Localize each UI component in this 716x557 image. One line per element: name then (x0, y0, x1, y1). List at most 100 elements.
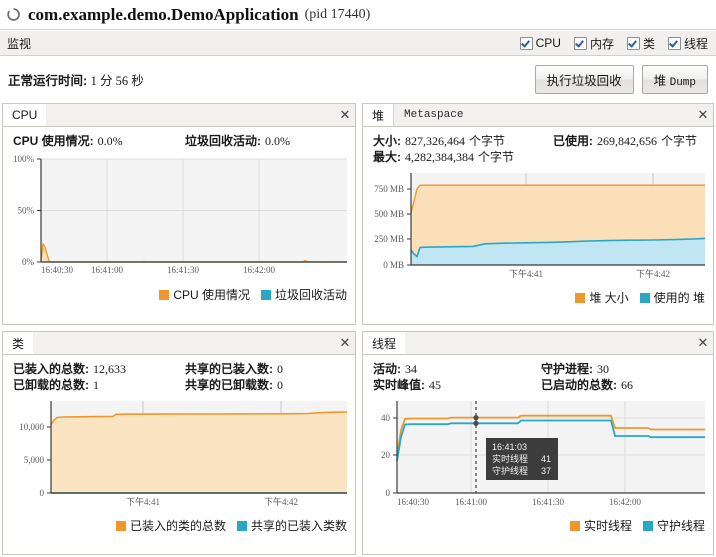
uptime-value: 1 分 56 秒 (90, 73, 144, 88)
panel-classes-close-icon[interactable]: ✕ (335, 332, 355, 354)
monitor-toolbar: 监视 CPU 内存 类 线程 (0, 31, 716, 56)
heap-dump-prefix: 堆 (653, 73, 667, 88)
panel-threads-close-icon[interactable]: ✕ (693, 332, 713, 354)
checkbox-memory[interactable]: 内存 (573, 35, 614, 52)
panel-classes-header-filler (33, 332, 335, 354)
x-tick-label: 16:42:00 (609, 497, 642, 507)
stat-value: 0 (277, 378, 283, 392)
legend-swatch-icon (639, 292, 650, 303)
stat-value: 4,282,384,384 (405, 150, 474, 164)
y-tick-label: 5,000 (24, 455, 45, 465)
stat-value: 0.0% (265, 134, 290, 148)
checkbox-cpu[interactable]: CPU (519, 36, 561, 50)
panel-cpu: CPU ✕ CPU 使用情况: 0.0% 垃圾回收活动: 0.0% 100% 5… (2, 103, 356, 325)
tooltip-time: 16:41:03 (492, 442, 527, 452)
stat-classes-loaded: 已装入的总数: 12,633 (13, 361, 185, 377)
x-tick-label: 16:40:30 (397, 497, 430, 507)
panel-cpu-body: CPU 使用情况: 0.0% 垃圾回收活动: 0.0% 100% 50% 0% … (3, 127, 355, 303)
x-tick-label: 下午4:41 (126, 496, 160, 507)
panel-cpu-header: CPU ✕ (3, 104, 355, 127)
stat-classes-unloaded: 已卸载的总数: 1 (13, 377, 185, 393)
stat-heap-max: 最大: 4,282,384,384 个字节 (373, 149, 514, 165)
stat-value: 30 (597, 362, 609, 376)
chart-classes: 10,000 5,000 0 下午4:41 下午4:42 (3, 395, 355, 517)
panel-classes-stats: 已装入的总数: 12,633 共享的已装入数: 0 已卸载的总数: 1 共享的已… (3, 355, 355, 395)
checkbox-memory-label: 内存 (589, 36, 614, 51)
panel-heap-close-icon[interactable]: ✕ (693, 104, 713, 126)
stat-heap-used: 已使用: 269,842,656 个字节 (553, 133, 697, 149)
stat-threads-daemon: 守护进程: 30 (541, 361, 609, 377)
legend-label: 共享的已装入类数 (250, 519, 347, 533)
stat-threads-started-total: 已启动的总数: 66 (541, 377, 633, 393)
legend-swatch-icon (569, 520, 580, 531)
chart-threads: 16:41:03 实时线程 41 守护线程 37 40 20 0 16:40:3… (363, 395, 713, 517)
stat-key: 共享的已装入数: (185, 362, 273, 376)
legend-label: 堆 大小 (589, 291, 629, 305)
stat-cpu-usage: CPU 使用情况: 0.0% (13, 133, 185, 149)
stat-value: 0 (277, 362, 283, 376)
legend-item: 垃圾回收活动 (260, 286, 347, 303)
uptime-label: 正常运行时间: (8, 73, 88, 88)
panel-threads-title: 线程 (363, 332, 406, 354)
chart-threads-svg: 16:41:03 实时线程 41 守护线程 37 40 20 0 16:40:3… (381, 401, 705, 507)
checkmark-icon (626, 36, 640, 50)
x-tick-label: 下午4:41 (509, 268, 543, 279)
stat-value: 45 (429, 378, 441, 392)
stat-value: 269,842,656 (597, 134, 657, 148)
stat-key: 活动: (373, 362, 401, 376)
stat-threads-live: 活动: 34 (373, 361, 541, 377)
legend-item: 实时线程 (569, 517, 632, 534)
stat-key: 已使用: (553, 134, 593, 148)
panel-cpu-close-icon[interactable]: ✕ (335, 104, 355, 126)
legend-label: 使用的 堆 (653, 291, 705, 305)
checkbox-cpu-label: CPU (535, 36, 561, 50)
stat-row: CPU 使用情况: 0.0% 垃圾回收活动: 0.0% (13, 133, 355, 149)
stat-row: 最大: 4,282,384,384 个字节 (373, 149, 713, 165)
chart-cpu: 100% 50% 0% 16:40:30 16:41:00 16:41:30 1… (3, 151, 355, 286)
legend-label: 垃圾回收活动 (274, 288, 347, 302)
heap-dump-button[interactable]: 堆 Dump (641, 64, 708, 94)
checkbox-threads[interactable]: 线程 (667, 35, 708, 52)
window-titlebar: com.example.demo.DemoApplication (pid 17… (0, 0, 716, 30)
stat-threads-peak: 实时峰值: 45 (373, 377, 541, 393)
panel-threads-header-filler (405, 332, 693, 354)
legend-item: 守护线程 (642, 517, 705, 534)
stat-value: 66 (621, 378, 633, 392)
tab-metaspace[interactable]: Metaspace (393, 104, 474, 126)
stat-key: 守护进程: (541, 362, 593, 376)
tooltip-row-label: 守护线程 (492, 465, 528, 476)
legend-item: 已装入的类的总数 (115, 517, 226, 534)
y-tick-label: 0 MB (383, 260, 404, 270)
legend-label: 守护线程 (656, 519, 705, 533)
stat-row: 已装入的总数: 12,633 共享的已装入数: 0 (13, 361, 355, 377)
y-tick-label: 100% (13, 154, 35, 164)
tooltip-row-value: 37 (541, 466, 551, 476)
y-tick-label: 500 MB (374, 209, 404, 219)
x-tick-label: 16:41:00 (91, 265, 124, 275)
checkbox-threads-label: 线程 (683, 36, 708, 51)
checkmark-icon (573, 36, 587, 50)
tab-heap[interactable]: 堆 (363, 104, 394, 126)
chart-classes-legend: 已装入的类的总数 共享的已装入类数 (3, 517, 355, 534)
panel-classes-header: 类 ✕ (3, 332, 355, 355)
chart-cpu-legend: CPU 使用情况 垃圾回收活动 (3, 286, 355, 303)
stat-value: 827,326,464 (405, 134, 465, 148)
toolbar-checkbox-group: CPU 内存 类 线程 (519, 35, 708, 52)
x-tick-label: 16:41:30 (167, 265, 200, 275)
legend-label: 已装入的类的总数 (129, 519, 226, 533)
checkbox-classes-label: 类 (642, 36, 655, 51)
x-tick-label: 16:41:30 (532, 497, 565, 507)
legend-label: 实时线程 (583, 519, 632, 533)
panel-threads: 线程 ✕ 活动: 34 守护进程: 30 实时峰值: 45 已启动的总数: 66… (362, 331, 714, 555)
perform-gc-button[interactable]: 执行垃圾回收 (534, 64, 634, 94)
chart-threads-legend: 实时线程 守护线程 (363, 517, 713, 534)
panel-heap-header-filler (473, 104, 693, 126)
panel-classes: 类 ✕ 已装入的总数: 12,633 共享的已装入数: 0 已卸载的总数: 1 … (2, 331, 356, 555)
process-id-label: (pid 17440) (304, 6, 371, 22)
legend-swatch-icon (642, 520, 653, 531)
y-tick-label: 0 (386, 488, 391, 498)
panel-classes-title: 类 (3, 332, 34, 354)
stat-gc-activity: 垃圾回收活动: 0.0% (185, 133, 290, 149)
checkbox-classes[interactable]: 类 (626, 35, 655, 52)
y-tick-label: 0 (40, 488, 45, 498)
